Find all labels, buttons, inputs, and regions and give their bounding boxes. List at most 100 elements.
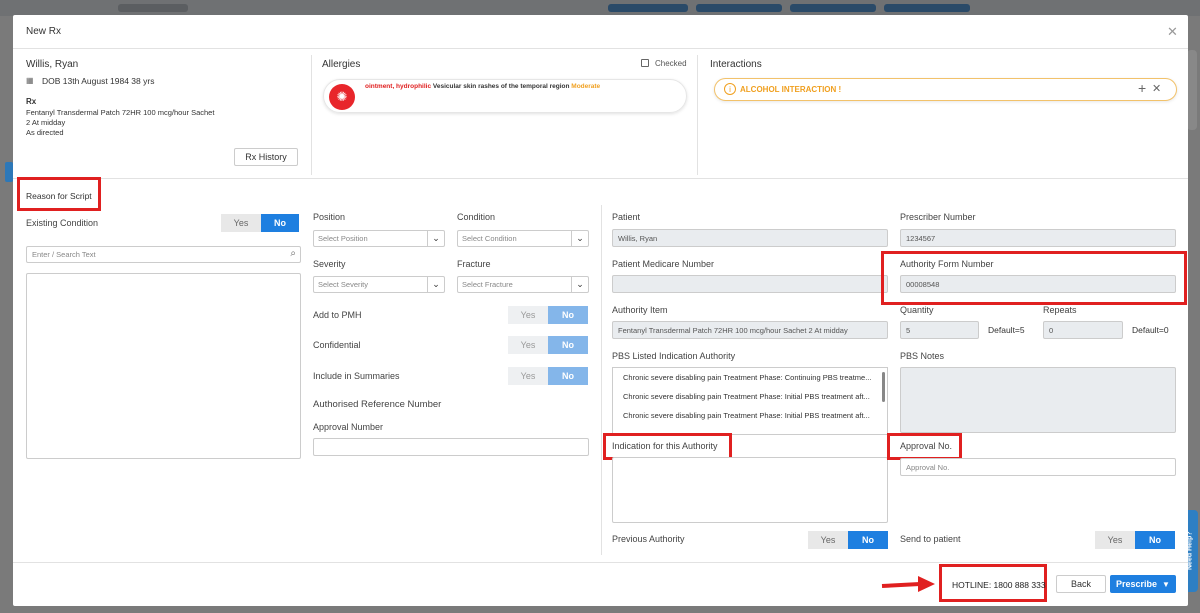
no-option[interactable]: No: [548, 306, 588, 324]
quantity-default: Default=5: [988, 325, 1025, 335]
checked-checkbox[interactable]: [641, 59, 649, 67]
prescriber-label: Prescriber Number: [900, 212, 976, 222]
modal-header: New Rx ✕: [13, 15, 1188, 49]
modal-title: New Rx: [26, 26, 62, 37]
approval-number-input[interactable]: [313, 438, 589, 456]
confidential-label: Confidential: [313, 340, 361, 350]
divider: [311, 55, 312, 175]
condition-select[interactable]: Select Condition ⌄: [457, 230, 589, 247]
repeats-field[interactable]: 0: [1043, 321, 1123, 339]
allergy-text: ointment, hydrophilic Vesicular skin ras…: [365, 83, 600, 90]
approval-placeholder: Approval No.: [906, 462, 950, 472]
include-summaries-toggle[interactable]: Yes No: [508, 367, 588, 385]
yes-option[interactable]: Yes: [1095, 531, 1135, 549]
list-item[interactable]: Chronic severe disabling pain Treatment …: [613, 406, 887, 425]
pbs-notes-field[interactable]: [900, 367, 1176, 433]
allergies-title: Allergies: [322, 59, 361, 70]
no-option[interactable]: No: [848, 531, 888, 549]
close-icon[interactable]: ✕: [1152, 82, 1161, 95]
yes-option[interactable]: Yes: [508, 336, 548, 354]
severity-select[interactable]: Select Severity ⌄: [313, 276, 445, 293]
position-label: Position: [313, 212, 346, 222]
checked-label: Checked: [655, 59, 687, 68]
list-scrollbar[interactable]: [882, 372, 885, 402]
fracture-select[interactable]: Select Fracture ⌄: [457, 276, 589, 293]
position-placeholder: Select Position: [318, 234, 368, 243]
medicare-field[interactable]: [612, 275, 888, 293]
pbs-indication-list[interactable]: Chronic severe disabling pain Treatment …: [612, 367, 888, 435]
yes-option[interactable]: Yes: [508, 367, 548, 385]
search-input[interactable]: Enter / Search Text ⌕: [26, 246, 301, 263]
yes-option[interactable]: Yes: [508, 306, 548, 324]
condition-label: Condition: [457, 212, 496, 222]
no-option[interactable]: No: [548, 336, 588, 354]
quantity-field[interactable]: 5: [900, 321, 979, 339]
condition-list[interactable]: [26, 273, 301, 459]
severity-placeholder: Select Severity: [318, 280, 369, 289]
list-item[interactable]: Chronic severe disabling pain Treatment …: [613, 368, 887, 387]
footer-divider: [13, 562, 1188, 563]
send-to-patient-label: Send to patient: [900, 534, 961, 544]
prescriber-field[interactable]: 1234567: [900, 229, 1176, 247]
patient-field[interactable]: Willis, Ryan: [612, 229, 888, 247]
rx-line: 2 At midday: [26, 118, 66, 127]
yes-option[interactable]: Yes: [808, 531, 848, 549]
prescribe-button[interactable]: Prescribe ▼: [1110, 575, 1176, 593]
approval-input[interactable]: Approval No.: [900, 458, 1176, 476]
chevron-down-icon: ▼: [1162, 579, 1170, 589]
no-option[interactable]: No: [261, 214, 299, 232]
allergy-card[interactable]: ✺ ointment, hydrophilic Vesicular skin r…: [323, 79, 687, 113]
existing-condition-label: Existing Condition: [26, 218, 99, 228]
form-number-label: Authority Form Number: [900, 259, 994, 269]
interaction-alert: ALCOHOL INTERACTION !: [740, 85, 842, 94]
rx-label: Rx: [26, 97, 37, 106]
allergy-virus-icon: ✺: [329, 84, 355, 110]
chevron-down-icon: ⌄: [571, 277, 588, 292]
patient-dob: DOB 13th August 1984 38 yrs: [42, 76, 155, 86]
no-option[interactable]: No: [1135, 531, 1175, 549]
indication-label: Indication for this Authority: [612, 441, 718, 451]
fracture-placeholder: Select Fracture: [462, 280, 513, 289]
rx-history-button[interactable]: Rx History: [234, 148, 298, 166]
no-option[interactable]: No: [548, 367, 588, 385]
patient-name: Willis, Ryan: [26, 59, 79, 70]
allergy-substance: ointment, hydrophilic: [365, 83, 432, 90]
include-summaries-label: Include in Summaries: [313, 371, 400, 381]
chevron-down-icon: ⌄: [571, 231, 588, 246]
repeats-label: Repeats: [1043, 305, 1077, 315]
add-to-pmh-toggle[interactable]: Yes No: [508, 306, 588, 324]
back-button[interactable]: Back: [1056, 575, 1106, 593]
add-to-pmh-label: Add to PMH: [313, 310, 362, 320]
indication-field[interactable]: [612, 457, 888, 523]
allergy-severity: Moderate: [571, 83, 601, 90]
interaction-card[interactable]: i ALCOHOL INTERACTION ! + ✕: [714, 78, 1177, 101]
search-placeholder: Enter / Search Text: [32, 250, 96, 259]
background-pill: [118, 4, 188, 12]
background-side-tab: [5, 162, 13, 182]
prescribe-label: Prescribe: [1116, 579, 1158, 589]
existing-condition-toggle[interactable]: Yes No: [221, 214, 299, 232]
patient-label: Patient: [612, 212, 641, 222]
close-icon[interactable]: ✕: [1167, 24, 1178, 40]
chevron-down-icon: ⌄: [427, 231, 444, 246]
add-icon[interactable]: +: [1138, 80, 1146, 96]
allergy-reaction: Vesicular skin rashes of the temporal re…: [432, 83, 570, 90]
form-number-field[interactable]: 00008548: [900, 275, 1176, 293]
yes-option[interactable]: Yes: [221, 214, 261, 232]
background-scrollbar[interactable]: [1187, 50, 1197, 130]
position-select[interactable]: Select Position ⌄: [313, 230, 445, 247]
confidential-toggle[interactable]: Yes No: [508, 336, 588, 354]
background-pill: [790, 4, 876, 12]
authority-item-label: Authority Item: [612, 305, 668, 315]
chevron-down-icon: ⌄: [427, 277, 444, 292]
previous-authority-toggle[interactable]: Yes No: [808, 531, 888, 549]
send-to-patient-toggle[interactable]: Yes No: [1095, 531, 1175, 549]
authority-item-field[interactable]: Fentanyl Transdermal Patch 72HR 100 mcg/…: [612, 321, 888, 339]
list-item[interactable]: Chronic severe disabling pain Treatment …: [613, 387, 887, 406]
approval-label: Approval No.: [900, 441, 953, 451]
approval-number-label: Approval Number: [313, 422, 384, 432]
condition-placeholder: Select Condition: [462, 234, 517, 243]
quantity-label: Quantity: [900, 305, 934, 315]
background-pill: [696, 4, 782, 12]
search-icon[interactable]: ⌕: [290, 248, 296, 259]
